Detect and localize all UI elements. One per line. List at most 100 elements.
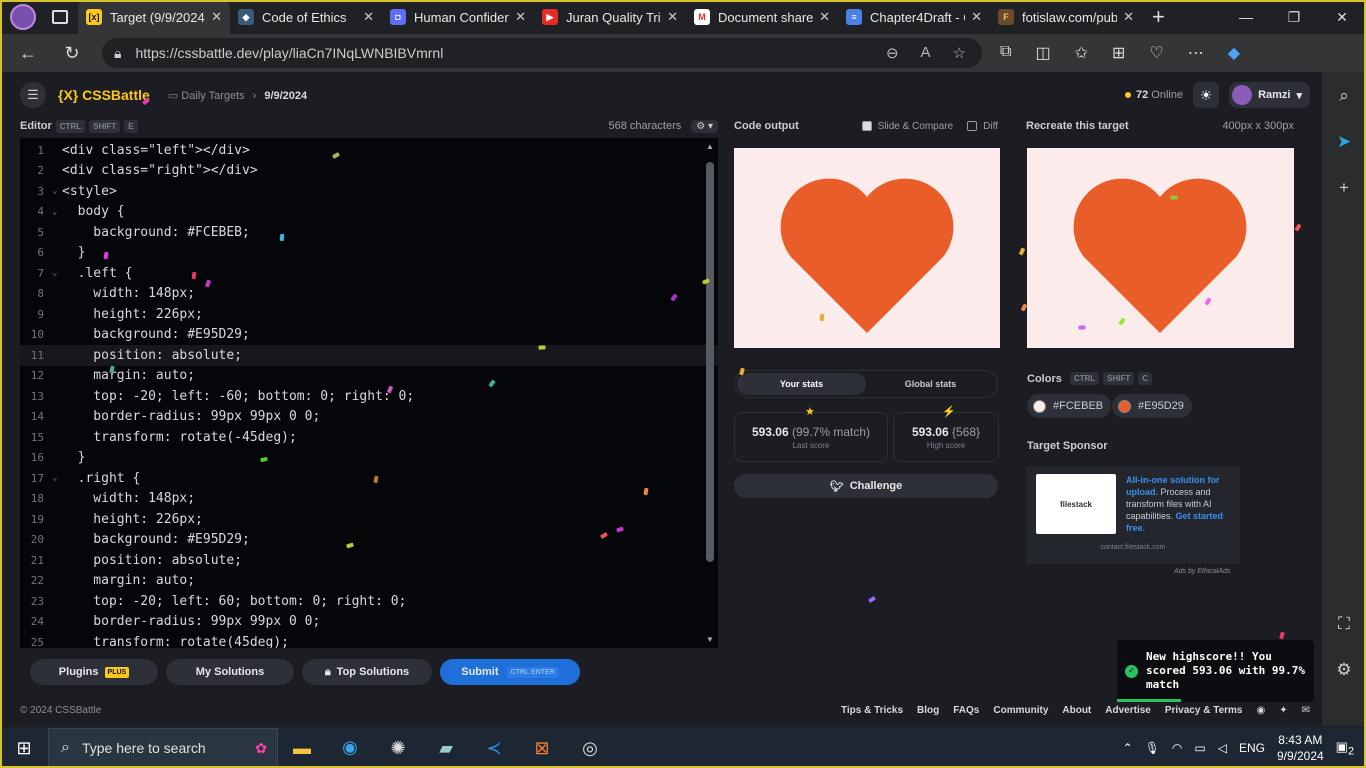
- discord-icon[interactable]: ◉: [1256, 705, 1265, 716]
- close-tab-icon[interactable]: ✕: [515, 9, 526, 25]
- footer-link[interactable]: Tips & Tricks: [841, 705, 903, 716]
- close-tab-icon[interactable]: ✕: [1123, 9, 1134, 25]
- code-line[interactable]: 15 transform: rotate(-45deg);: [20, 427, 718, 448]
- back-icon[interactable]: ←: [6, 43, 50, 64]
- editor-scrollbar[interactable]: ▲ ▼: [704, 138, 716, 648]
- code-line[interactable]: 8 width: 148px;: [20, 284, 718, 305]
- crumb-daily-targets[interactable]: Daily Targets: [181, 90, 244, 102]
- code-line[interactable]: 2 <div class="right"></div>: [20, 161, 718, 182]
- close-tab-icon[interactable]: ✕: [667, 9, 678, 25]
- fold-chevron-icon[interactable]: ⌄: [52, 186, 62, 196]
- language-indicator[interactable]: ENG: [1239, 741, 1265, 755]
- tab-actions-icon[interactable]: [52, 10, 68, 24]
- file-explorer-icon[interactable]: ▬: [278, 728, 326, 768]
- plugins-button[interactable]: Plugins PLUS: [30, 659, 158, 685]
- browser-tab[interactable]: [x] Target (9/9/2024) ✕: [78, 0, 230, 34]
- minimize-icon[interactable]: —: [1222, 9, 1270, 25]
- code-output-canvas[interactable]: [734, 148, 1000, 348]
- code-line[interactable]: 20 background: #E95D29;: [20, 530, 718, 551]
- footer-link[interactable]: Community: [993, 705, 1048, 716]
- code-line[interactable]: 6 }: [20, 243, 718, 264]
- diff-checkbox[interactable]: [967, 121, 978, 131]
- code-line[interactable]: 7 ⌄ .left {: [20, 263, 718, 284]
- top-solutions-button[interactable]: 🔒︎ Top Solutions: [302, 659, 432, 685]
- lock-icon[interactable]: 🔒︎: [114, 45, 121, 62]
- new-tab-button[interactable]: +: [1152, 4, 1165, 30]
- browser-tab[interactable]: ≡ Chapter4Draft - G ✕: [838, 0, 990, 34]
- footer-link[interactable]: Privacy & Terms: [1165, 705, 1243, 716]
- code-line[interactable]: 18 width: 148px;: [20, 489, 718, 510]
- slide-compare-checkbox[interactable]: [861, 121, 872, 131]
- mail-icon[interactable]: ✉: [1302, 705, 1310, 716]
- code-line[interactable]: 5 background: #FCEBEB;: [20, 222, 718, 243]
- sponsor-contact[interactable]: contact.filestack.com: [1026, 544, 1240, 551]
- browser-tab[interactable]: M Document shared ✕: [686, 0, 838, 34]
- favorites-icon[interactable]: ✩: [1075, 43, 1088, 63]
- browser-tab[interactable]: ▶ Juran Quality Tril ✕: [534, 0, 686, 34]
- close-tab-icon[interactable]: ✕: [971, 9, 982, 25]
- scroll-down-icon[interactable]: ▼: [704, 635, 716, 644]
- maximize-icon[interactable]: ❐: [1270, 9, 1318, 26]
- tray-chevron-up-icon[interactable]: ⌃: [1123, 741, 1133, 755]
- taskbar-search[interactable]: ⌕ Type here to search ✿: [48, 728, 278, 768]
- code-line[interactable]: 11 position: absolute;: [20, 345, 718, 366]
- close-tab-icon[interactable]: ✕: [363, 9, 374, 25]
- chatgpt-icon[interactable]: ✺: [374, 728, 422, 768]
- footer-link[interactable]: Blog: [917, 705, 939, 716]
- user-menu[interactable]: Ramzi ▾: [1229, 82, 1310, 108]
- extensions-icon[interactable]: ⧉: [1000, 43, 1011, 63]
- code-line[interactable]: 17 ⌄ .right {: [20, 468, 718, 489]
- fold-chevron-icon[interactable]: ⌄: [52, 268, 62, 278]
- collections-icon[interactable]: ⊞: [1112, 43, 1125, 63]
- tab-your-stats[interactable]: Your stats: [737, 373, 866, 395]
- fold-chevron-icon[interactable]: ⌄: [52, 473, 62, 483]
- color-swatch-bg[interactable]: #FCEBEB: [1027, 394, 1112, 418]
- favorite-star-icon[interactable]: ☆: [953, 44, 966, 62]
- notifications-icon[interactable]: ▣2: [1336, 739, 1354, 758]
- split-screen-icon[interactable]: ◫: [1035, 43, 1050, 63]
- vscode-icon[interactable]: ≺: [470, 728, 518, 768]
- footer-link[interactable]: Advertise: [1105, 705, 1151, 716]
- code-line[interactable]: 3 ⌄ <style>: [20, 181, 718, 202]
- zoom-icon[interactable]: ⊖: [886, 44, 899, 62]
- code-line[interactable]: 23 top: -20; left: 60; bottom: 0; right:…: [20, 591, 718, 612]
- challenge-button[interactable]: 🐦︎ Challenge: [734, 474, 998, 498]
- code-line[interactable]: 14 border-radius: 99px 99px 0 0;: [20, 407, 718, 428]
- sidebar-add-icon[interactable]: +: [1339, 178, 1349, 198]
- profile-avatar[interactable]: [10, 4, 36, 30]
- target-canvas[interactable]: [1027, 148, 1294, 348]
- footer-link[interactable]: FAQs: [953, 705, 979, 716]
- code-line[interactable]: 24 border-radius: 99px 99px 0 0;: [20, 612, 718, 633]
- code-editor[interactable]: 1 <div class="left"></div> 2 <div class="ri…: [20, 138, 718, 648]
- browser-tab[interactable]: ◘ Human Confiden ✕: [382, 0, 534, 34]
- sponsor-card[interactable]: filestack All-in-one solution for upload…: [1026, 466, 1240, 564]
- scroll-up-icon[interactable]: ▲: [704, 142, 716, 151]
- notes-icon[interactable]: ▰: [422, 728, 470, 768]
- color-swatch-heart[interactable]: #E95D29: [1112, 394, 1192, 418]
- browser-tab[interactable]: ◆ Code of Ethics ✕: [230, 0, 382, 34]
- edge-icon[interactable]: ◉: [326, 728, 374, 768]
- fold-chevron-icon[interactable]: ⌄: [52, 207, 62, 217]
- close-tab-icon[interactable]: ✕: [819, 9, 830, 25]
- sidebar-telegram-icon[interactable]: ➤: [1337, 132, 1351, 152]
- my-solutions-button[interactable]: My Solutions: [166, 659, 294, 685]
- ethicalads-link[interactable]: Ads by EthicalAds: [1174, 568, 1230, 575]
- read-aloud-icon[interactable]: A: [921, 44, 931, 62]
- code-line[interactable]: 9 height: 226px;: [20, 304, 718, 325]
- code-line[interactable]: 22 margin: auto;: [20, 571, 718, 592]
- close-tab-icon[interactable]: ✕: [211, 9, 222, 25]
- code-line[interactable]: 10 background: #E95D29;: [20, 325, 718, 346]
- xampp-icon[interactable]: ⊠: [518, 728, 566, 768]
- code-line[interactable]: 21 position: absolute;: [20, 550, 718, 571]
- obs-icon[interactable]: ◎: [566, 728, 614, 768]
- close-window-icon[interactable]: ✕: [1318, 9, 1366, 26]
- battery-icon[interactable]: ▭: [1194, 741, 1205, 755]
- code-line[interactable]: 13 top: -20; left: -60; bottom: 0; right…: [20, 386, 718, 407]
- code-line[interactable]: 1 <div class="left"></div>: [20, 140, 718, 161]
- code-line[interactable]: 25 transform: rotate(45deg);: [20, 632, 718, 648]
- sidebar-screenshot-icon[interactable]: ⛶: [1338, 614, 1350, 634]
- browser-tab[interactable]: Ffotislaw.com/pub ✕: [990, 0, 1142, 34]
- copilot-icon[interactable]: ◆: [1228, 43, 1240, 63]
- performance-icon[interactable]: ♡: [1149, 43, 1163, 63]
- tab-global-stats[interactable]: Global stats: [866, 373, 995, 395]
